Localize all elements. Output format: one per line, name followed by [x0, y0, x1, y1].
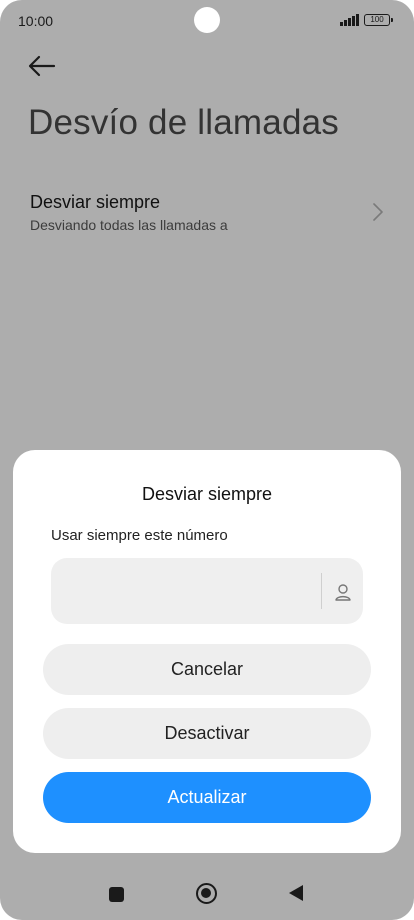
arrow-left-icon	[28, 55, 56, 77]
number-field	[51, 558, 363, 624]
deactivate-button[interactable]: Desactivar	[43, 708, 371, 759]
dialog-title: Desviar siempre	[141, 484, 273, 504]
back-triangle-icon[interactable]	[289, 885, 303, 901]
home-circle-icon[interactable]	[196, 883, 217, 904]
phone-number-input[interactable]	[63, 558, 313, 624]
setting-item-title: Desviar siempre	[30, 192, 161, 212]
front-camera-cutout	[194, 7, 220, 33]
chevron-right-icon	[373, 203, 383, 221]
battery-icon: 100	[364, 14, 393, 26]
battery-level: 100	[370, 15, 384, 24]
update-button[interactable]: Actualizar	[43, 772, 371, 823]
recents-square-icon[interactable]	[109, 887, 124, 902]
status-time: 10:00	[18, 13, 54, 29]
back-button[interactable]	[26, 52, 58, 80]
screen: 10:00 100 Desvío de llamadas Desviar sie…	[0, 0, 414, 920]
page-title: Desvío de llamadas	[28, 103, 339, 142]
field-label: Usar siempre este número	[51, 527, 228, 544]
setting-item-subtitle: Desviando todas las llamadas a	[30, 217, 228, 233]
setting-item-always-forward[interactable]: Desviar siempre Desviando todas las llam…	[0, 180, 414, 244]
phone-frame: 10:00 100 Desvío de llamadas Desviar sie…	[0, 0, 414, 920]
navigation-bar	[0, 870, 414, 920]
status-bar: 10:00 100	[0, 0, 414, 40]
contact-person-icon[interactable]	[333, 582, 353, 602]
forwarding-dialog: Desviar siempre Usar siempre este número…	[13, 450, 401, 853]
cancel-button[interactable]: Cancelar	[43, 644, 371, 695]
input-divider	[321, 573, 322, 609]
signal-icon	[340, 14, 360, 26]
